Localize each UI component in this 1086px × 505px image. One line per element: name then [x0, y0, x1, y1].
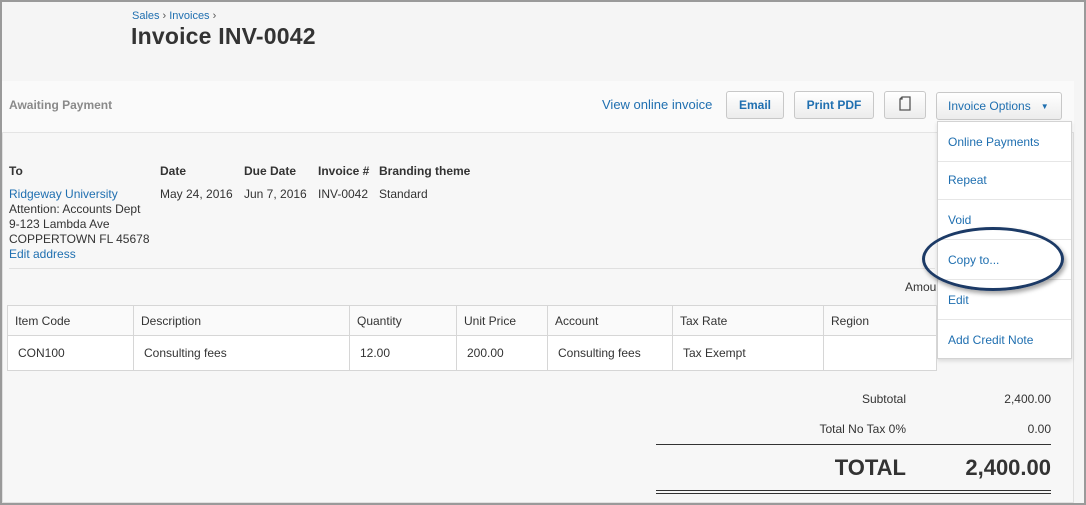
line-items-table: Item Code Description Quantity Unit Pric…: [7, 305, 937, 371]
cell-unit-price[interactable]: 200.00: [467, 346, 504, 360]
chevron-down-icon: ▼: [1040, 101, 1049, 111]
column-divider: [672, 306, 673, 370]
header-account: Account: [555, 314, 599, 328]
invoice-options-label: Invoice Options: [948, 99, 1031, 113]
branding-theme-label: Branding theme: [379, 164, 471, 178]
view-online-invoice-link[interactable]: View online invoice: [602, 97, 712, 112]
date-label: Date: [160, 164, 187, 178]
column-divider: [133, 306, 134, 370]
branding-theme: Standard: [379, 187, 428, 201]
menu-item-add-credit-note[interactable]: Add Credit Note: [938, 320, 1071, 360]
tax-value: 0.00: [1027, 422, 1051, 436]
subtotal-label: Subtotal: [861, 392, 906, 406]
address-line-2: COPPERTOWN FL 45678: [9, 232, 150, 246]
column-divider: [349, 306, 350, 370]
amounts-header-partial: Amou: [905, 280, 937, 294]
attention-line: Attention: Accounts Dept: [9, 202, 141, 216]
document-icon: [899, 96, 911, 114]
cell-quantity[interactable]: 12.00: [360, 346, 390, 360]
copy-document-button[interactable]: [884, 91, 926, 119]
customer-link[interactable]: Ridgeway University: [9, 187, 118, 201]
total-underline: [656, 490, 1051, 491]
header-region: Region: [831, 314, 870, 328]
details-divider: [9, 268, 935, 269]
status-label: Awaiting Payment: [9, 98, 113, 112]
menu-item-online-payments[interactable]: Online Payments: [938, 122, 1071, 162]
cell-description[interactable]: Consulting fees: [144, 346, 227, 360]
page-title: Invoice INV-0042: [131, 23, 316, 49]
header-quantity: Quantity: [357, 314, 402, 328]
header-description: Description: [141, 314, 202, 328]
due-date-label: Due Date: [244, 164, 297, 178]
invoice-date: May 24, 2016: [160, 187, 233, 201]
subtotal-value: 2,400.00: [1004, 392, 1051, 406]
header-unit-price: Unit Price: [464, 314, 517, 328]
totals-rule: [656, 444, 1051, 445]
email-button[interactable]: Email: [726, 91, 784, 119]
highlight-ellipse: [922, 227, 1064, 291]
invoice-number: INV-0042: [318, 187, 369, 201]
edit-address-link[interactable]: Edit address: [9, 247, 76, 261]
column-divider: [456, 306, 457, 370]
menu-item-repeat[interactable]: Repeat: [938, 160, 1071, 200]
breadcrumb: Sales › Invoices ›: [132, 10, 217, 22]
header-tax-rate: Tax Rate: [680, 314, 728, 328]
cell-item-code[interactable]: CON100: [18, 346, 65, 360]
cell-account[interactable]: Consulting fees: [558, 346, 641, 360]
total-label: TOTAL: [834, 455, 906, 480]
print-pdf-button[interactable]: Print PDF: [794, 91, 874, 119]
breadcrumb-invoices[interactable]: Invoices: [169, 10, 209, 22]
invoice-options-button[interactable]: Invoice Options ▼: [936, 92, 1062, 120]
invoice-number-label: Invoice #: [318, 164, 370, 178]
column-divider: [823, 306, 824, 370]
due-date: Jun 7, 2016: [244, 187, 307, 201]
breadcrumb-sales[interactable]: Sales: [132, 10, 160, 22]
total-value: 2,400.00: [965, 455, 1051, 480]
tax-label: Total No Tax 0%: [819, 422, 907, 436]
to-label: To: [9, 164, 23, 178]
address-line-1: 9-123 Lambda Ave: [9, 217, 110, 231]
cell-tax-rate[interactable]: Tax Exempt: [683, 346, 746, 360]
header-item-code: Item Code: [15, 314, 71, 328]
total-double-underline: [656, 493, 1051, 494]
column-divider: [547, 306, 548, 370]
